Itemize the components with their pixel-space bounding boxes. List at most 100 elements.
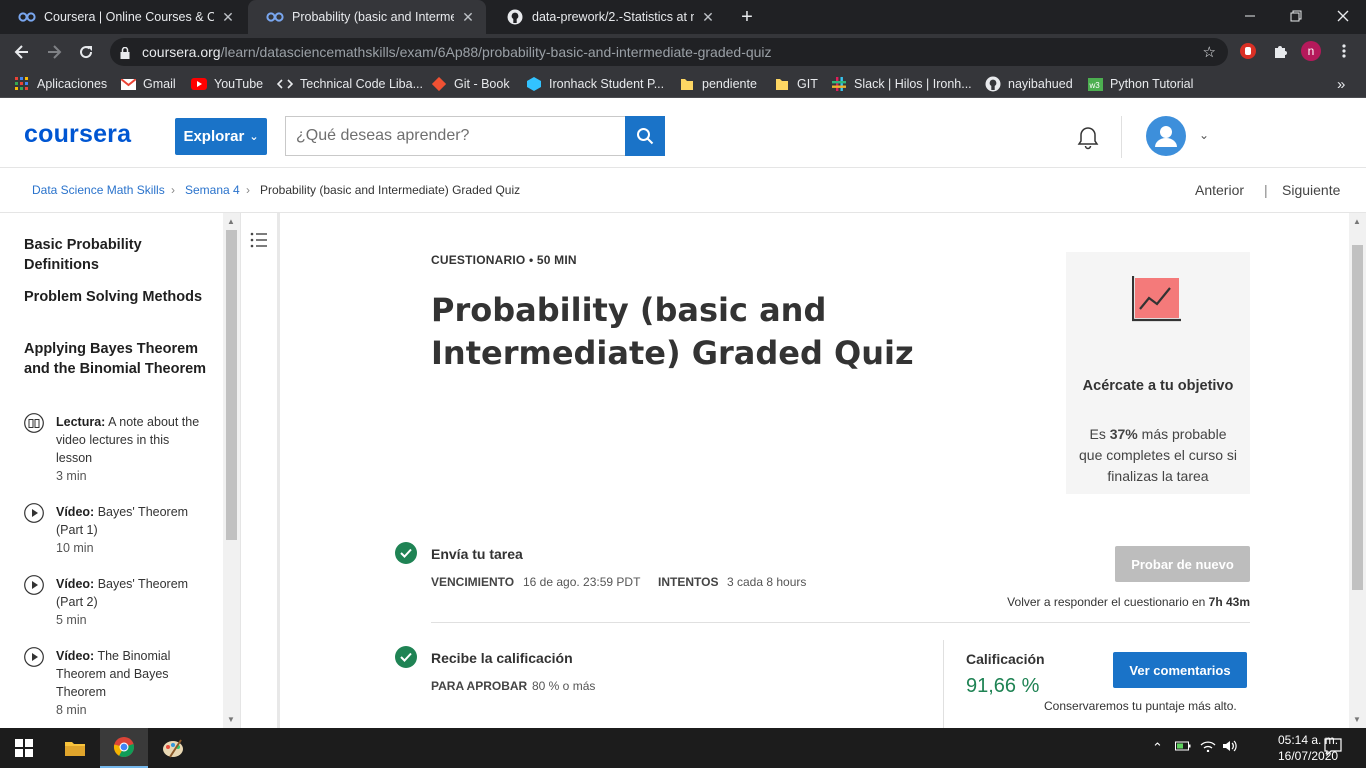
bookmark-label: Python Tutorial bbox=[1110, 77, 1194, 91]
browser-tab-coursera-home[interactable]: Coursera | Online Courses & Credentials … bbox=[0, 0, 246, 34]
bookmark-technical-code[interactable]: Technical Code Liba... bbox=[277, 75, 423, 93]
new-tab-icon[interactable]: + bbox=[736, 6, 758, 28]
goal-body: Es 37% más probable que completes el cur… bbox=[1078, 424, 1238, 487]
close-tab-icon[interactable]: ✕ bbox=[220, 9, 236, 26]
bookmark-label: pendiente bbox=[702, 77, 757, 91]
view-feedback-button[interactable]: Ver comentarios bbox=[1113, 652, 1247, 688]
paint-app-icon[interactable] bbox=[149, 728, 197, 768]
close-tab-icon[interactable]: ✕ bbox=[700, 9, 716, 26]
chevron-down-icon[interactable]: ⌄ bbox=[1199, 128, 1209, 142]
site-header: coursera Explorar ⌄ ¿Qué deseas aprender… bbox=[0, 103, 1366, 168]
attempts-value: 3 cada 8 hours bbox=[727, 575, 807, 589]
browser-tab-quiz[interactable]: Probability (basic and Intermediate) Gra… bbox=[248, 0, 486, 34]
battery-icon[interactable] bbox=[1175, 740, 1191, 755]
bookmark-ironhack[interactable]: Ironhack Student P... bbox=[526, 75, 664, 93]
bookmark-python-tutorial[interactable]: w3 Python Tutorial bbox=[1087, 75, 1193, 93]
bookmark-apps[interactable]: Aplicaciones bbox=[14, 75, 107, 93]
pass-value: 80 % o más bbox=[532, 679, 596, 693]
sidebar-section-problem-solving[interactable]: Problem Solving Methods bbox=[24, 287, 209, 307]
bookmarks-bar: Aplicaciones Gmail YouTube Technical Cod… bbox=[0, 70, 1366, 98]
svg-text:w3: w3 bbox=[1088, 81, 1100, 90]
code-icon bbox=[277, 76, 293, 92]
more-bookmarks-icon[interactable]: » bbox=[1337, 75, 1345, 93]
retry-note-time: 7h 43m bbox=[1208, 595, 1250, 609]
bookmark-git-folder[interactable]: GIT bbox=[774, 75, 818, 93]
close-window-icon[interactable] bbox=[1320, 0, 1366, 32]
user-icon bbox=[1155, 126, 1177, 147]
chrome-taskbar-icon[interactable] bbox=[100, 728, 148, 768]
back-icon[interactable] bbox=[8, 38, 36, 66]
item-duration: 8 min bbox=[56, 703, 87, 717]
scrollbar-thumb[interactable] bbox=[226, 230, 237, 540]
tab-title: Probability (basic and Intermediate) Gra… bbox=[292, 10, 454, 24]
goal-card: Acércate a tu objetivo Es 37% más probab… bbox=[1066, 252, 1250, 494]
next-link[interactable]: Siguiente bbox=[1282, 182, 1340, 198]
search-button[interactable] bbox=[625, 116, 665, 156]
play-icon bbox=[24, 647, 44, 667]
notifications-bell-icon[interactable] bbox=[1075, 125, 1101, 156]
sidebar-scrollbar[interactable]: ▲ ▼ bbox=[223, 213, 240, 728]
chrome-menu-icon[interactable] bbox=[1333, 40, 1355, 62]
notifications-center-icon[interactable] bbox=[1324, 738, 1342, 759]
scroll-up-icon[interactable]: ▲ bbox=[227, 217, 235, 226]
github-icon bbox=[985, 76, 1001, 92]
explore-button[interactable]: Explorar ⌄ bbox=[175, 118, 267, 155]
address-bar[interactable]: coursera.org/learn/datasciencemathskills… bbox=[110, 38, 1228, 66]
browser-tab-github[interactable]: data-prework/2.-Statistics at master ✕ bbox=[488, 0, 726, 34]
retry-button[interactable]: Probar de nuevo bbox=[1115, 546, 1250, 582]
bookmark-git-book[interactable]: Git - Book bbox=[431, 75, 510, 93]
user-avatar[interactable] bbox=[1146, 116, 1186, 156]
scrollbar-thumb[interactable] bbox=[1352, 245, 1363, 590]
previous-link[interactable]: Anterior bbox=[1195, 182, 1244, 198]
github-icon bbox=[506, 8, 524, 26]
bookmark-pendiente[interactable]: pendiente bbox=[679, 75, 757, 93]
page-title: Probability (basic and Intermediate) Gra… bbox=[431, 291, 914, 372]
w3-icon: w3 bbox=[1087, 76, 1103, 92]
item-type: Vídeo: bbox=[56, 577, 95, 591]
bookmark-star-icon[interactable]: ☆ bbox=[1203, 43, 1216, 61]
search-icon bbox=[637, 128, 654, 145]
breadcrumb-course[interactable]: Data Science Math Skills bbox=[32, 183, 165, 197]
chevron-down-icon: ⌄ bbox=[249, 131, 259, 143]
breadcrumb-week[interactable]: Semana 4 bbox=[185, 183, 240, 197]
extension-hand-icon[interactable] bbox=[1237, 40, 1259, 62]
pass-label: PARA APROBAR bbox=[431, 679, 528, 693]
divider-vertical bbox=[943, 640, 944, 728]
tab-title: data-prework/2.-Statistics at master bbox=[532, 10, 694, 24]
scroll-down-icon[interactable]: ▼ bbox=[227, 715, 235, 724]
ironhack-icon bbox=[526, 76, 542, 92]
list-icon[interactable] bbox=[250, 231, 268, 254]
restore-icon[interactable] bbox=[1273, 0, 1319, 32]
due-label: VENCIMIENTO bbox=[431, 575, 515, 589]
bookmark-github-profile[interactable]: nayibahued bbox=[985, 75, 1073, 93]
search-input[interactable]: ¿Qué deseas aprender? bbox=[285, 116, 626, 156]
profile-avatar[interactable]: n bbox=[1301, 41, 1321, 61]
windows-start-icon[interactable] bbox=[0, 728, 48, 768]
file-explorer-icon[interactable] bbox=[51, 728, 99, 768]
windows-taskbar: ⌃ 05:14 a. m. 16/07/2020 bbox=[0, 728, 1366, 768]
sidebar-section-bayes-binomial[interactable]: Applying Bayes Theorem and the Binomial … bbox=[24, 339, 209, 379]
coursera-icon bbox=[18, 8, 36, 26]
check-circle-icon bbox=[395, 542, 417, 564]
forward-icon[interactable] bbox=[40, 38, 68, 66]
chart-trend-icon bbox=[1131, 276, 1182, 327]
minimize-icon[interactable] bbox=[1227, 0, 1273, 32]
gmail-icon bbox=[120, 76, 136, 92]
item-duration: 3 min bbox=[56, 469, 87, 483]
coursera-logo[interactable]: coursera bbox=[24, 120, 131, 149]
bookmark-gmail[interactable]: Gmail bbox=[120, 75, 176, 93]
wifi-icon[interactable] bbox=[1200, 740, 1216, 755]
close-tab-icon[interactable]: ✕ bbox=[460, 9, 476, 26]
volume-icon[interactable] bbox=[1222, 740, 1238, 755]
sidebar-section-basic-probability[interactable]: Basic Probability Definitions bbox=[24, 235, 209, 275]
scroll-down-icon[interactable]: ▼ bbox=[1353, 715, 1361, 724]
tray-chevron-icon[interactable]: ⌃ bbox=[1152, 740, 1163, 756]
extensions-puzzle-icon[interactable] bbox=[1269, 40, 1291, 62]
scroll-up-icon[interactable]: ▲ bbox=[1353, 217, 1361, 226]
quiz-main: CUESTIONARIO • 50 MIN Probability (basic… bbox=[283, 213, 1349, 728]
bookmark-youtube[interactable]: YouTube bbox=[191, 75, 263, 93]
main-scrollbar[interactable]: ▲ ▼ bbox=[1349, 213, 1366, 728]
reload-icon[interactable] bbox=[72, 38, 100, 66]
bookmark-slack[interactable]: Slack | Hilos | Ironh... bbox=[831, 75, 972, 93]
url-domain: coursera.org bbox=[142, 44, 221, 60]
